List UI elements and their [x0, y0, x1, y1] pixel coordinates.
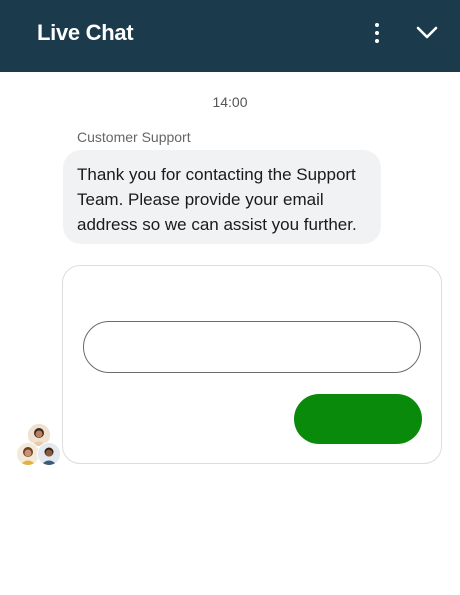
more-vertical-icon	[375, 23, 379, 27]
chevron-down-icon	[416, 26, 438, 39]
collapse-chat-button[interactable]	[412, 18, 442, 48]
submit-email-button[interactable]	[294, 394, 422, 444]
email-form-card	[62, 265, 442, 464]
more-vertical-icon-dot	[375, 39, 379, 43]
agent-avatar-icon	[37, 442, 61, 466]
message-bubble: Thank you for contacting the Support Tea…	[63, 150, 381, 244]
email-input[interactable]	[83, 321, 421, 373]
agent-avatars	[15, 423, 61, 467]
more-vertical-icon-dot	[375, 31, 379, 35]
agent-avatar-icon-2	[17, 443, 39, 465]
chat-header: Live Chat	[0, 0, 460, 72]
agent-avatar-icon-3	[38, 443, 60, 465]
message-timestamp: 14:00	[212, 94, 248, 110]
header-title: Live Chat	[37, 20, 134, 45]
more-options-button[interactable]	[364, 18, 390, 48]
sender-name: Customer Support	[77, 129, 191, 145]
